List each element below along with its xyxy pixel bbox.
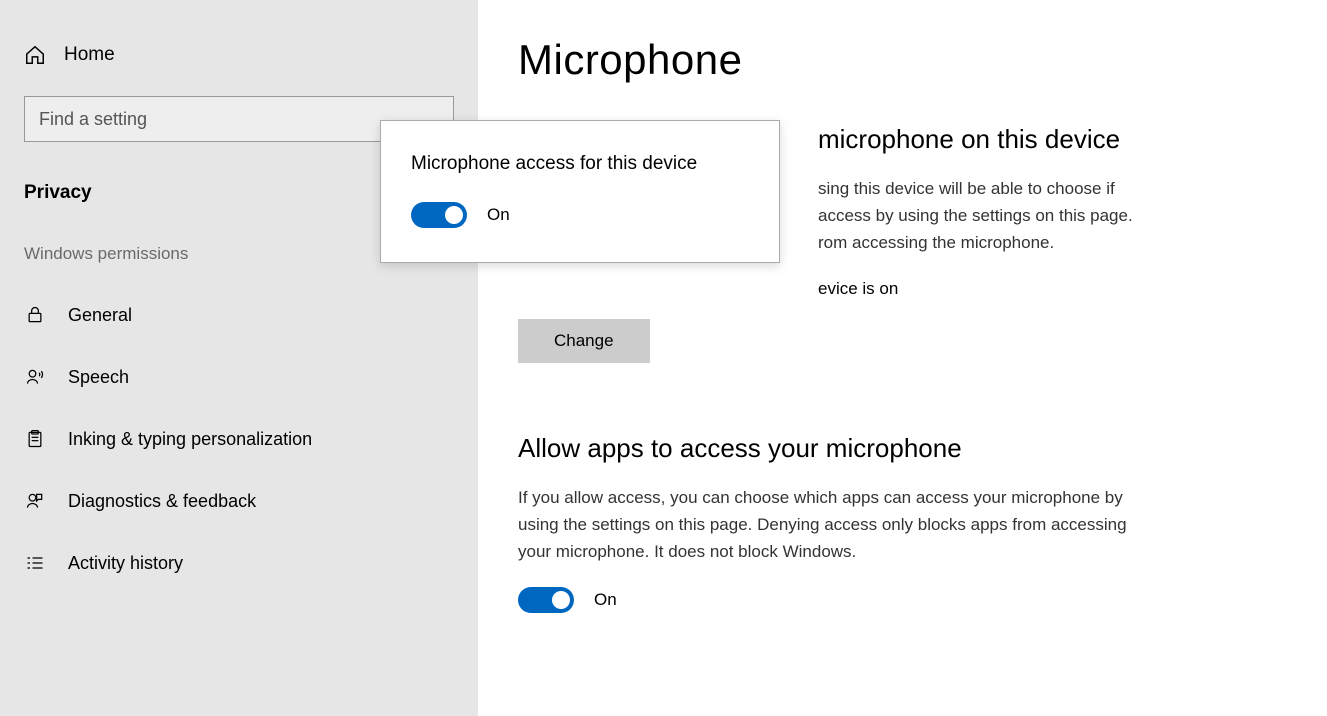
sidebar-item-diagnostics[interactable]: Diagnostics & feedback: [0, 470, 478, 532]
home-label: Home: [64, 44, 115, 66]
mic-access-popup: Microphone access for this device On: [380, 120, 780, 263]
sidebar-item-label: Speech: [68, 367, 129, 388]
apps-toggle-label: On: [594, 590, 617, 610]
page-title: Microphone: [518, 36, 1287, 84]
apps-toggle-row: On: [518, 587, 1287, 613]
sidebar-item-label: Diagnostics & feedback: [68, 491, 256, 512]
home-icon: [24, 44, 46, 66]
sidebar-item-label: Activity history: [68, 553, 183, 574]
apps-access-toggle[interactable]: [518, 587, 574, 613]
feedback-icon: [24, 490, 46, 512]
section2-body: If you allow access, you can choose whic…: [518, 484, 1158, 566]
search-placeholder: Find a setting: [39, 109, 147, 130]
clipboard-icon: [24, 428, 46, 450]
lock-icon: [24, 304, 46, 326]
sidebar-item-speech[interactable]: Speech: [0, 346, 478, 408]
device-access-toggle[interactable]: [411, 202, 467, 228]
popup-toggle-row: On: [411, 202, 749, 228]
change-button[interactable]: Change: [518, 319, 650, 363]
sidebar-item-activity[interactable]: Activity history: [0, 532, 478, 594]
section2-heading: Allow apps to access your microphone: [518, 433, 1287, 464]
sidebar-item-label: Inking & typing personalization: [68, 429, 312, 450]
sidebar-item-general[interactable]: General: [0, 284, 478, 346]
sidebar-item-home[interactable]: Home: [0, 44, 478, 96]
section1-status: evice is on: [518, 279, 1287, 299]
speech-icon: [24, 366, 46, 388]
activity-icon: [24, 552, 46, 574]
main-content: Microphone microphone on this device sin…: [478, 0, 1327, 716]
sidebar: Home Find a setting Privacy Windows perm…: [0, 0, 478, 716]
sidebar-item-label: General: [68, 305, 132, 326]
sidebar-item-inking[interactable]: Inking & typing personalization: [0, 408, 478, 470]
popup-toggle-label: On: [487, 205, 510, 225]
popup-title: Microphone access for this device: [411, 151, 749, 178]
